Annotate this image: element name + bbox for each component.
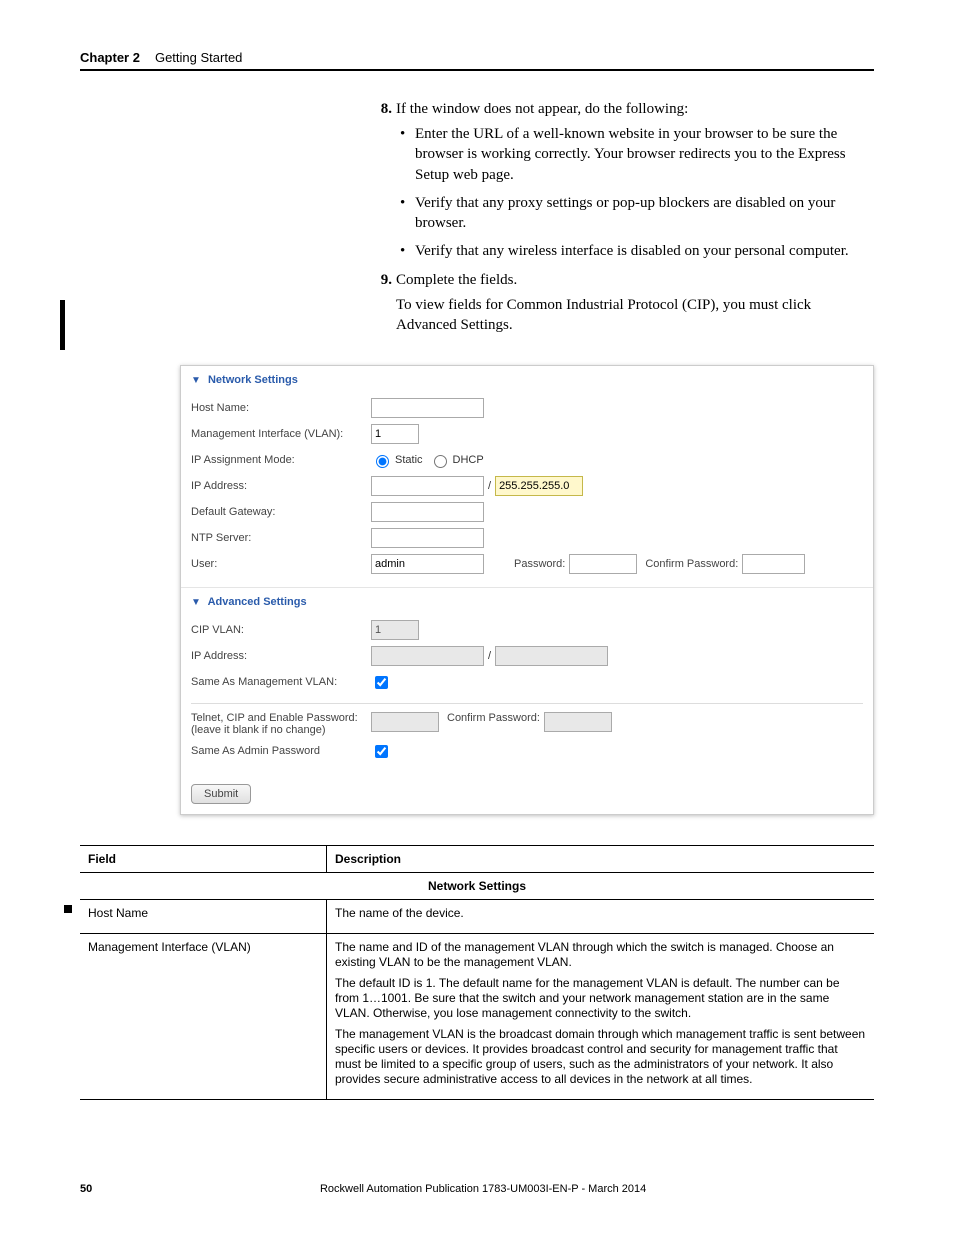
network-settings-header[interactable]: ▼ Network Settings bbox=[181, 366, 873, 390]
field-description-table: Field Description Network Settings Host … bbox=[80, 845, 874, 1100]
ip-address-label: IP Address: bbox=[191, 480, 371, 492]
advanced-settings-header[interactable]: ▼ Advanced Settings bbox=[181, 587, 873, 612]
mgmt-vlan-label: Management Interface (VLAN): bbox=[191, 428, 371, 440]
confirm-password-label: Confirm Password: bbox=[645, 558, 738, 570]
same-admin-checkbox[interactable] bbox=[375, 745, 388, 758]
password-input[interactable] bbox=[569, 554, 637, 574]
static-radio[interactable] bbox=[376, 455, 389, 468]
table-header-field: Field bbox=[80, 846, 327, 873]
body-text: 8. If the window does not appear, do the… bbox=[370, 101, 874, 335]
chapter-title: Getting Started bbox=[155, 50, 242, 65]
ntp-label: NTP Server: bbox=[191, 532, 371, 544]
slash-separator: / bbox=[488, 650, 491, 662]
gateway-label: Default Gateway: bbox=[191, 506, 371, 518]
publication-info: Rockwell Automation Publication 1783-UM0… bbox=[92, 1183, 874, 1195]
bullet-list: Enter the URL of a well-known website in… bbox=[400, 124, 874, 262]
subnet-mask-input[interactable] bbox=[495, 476, 583, 496]
table-cell-field: Management Interface (VLAN) bbox=[80, 934, 327, 1100]
express-setup-panel: ▼ Network Settings Host Name: Management… bbox=[180, 365, 874, 815]
telnet-label: Telnet, CIP and Enable Password: (leave … bbox=[191, 712, 371, 736]
page: Chapter 2 Getting Started 8. If the wind… bbox=[0, 0, 954, 1235]
host-name-input[interactable] bbox=[371, 398, 484, 418]
step-number: 8. bbox=[370, 101, 392, 118]
table-cell-desc: The name of the device. bbox=[327, 900, 875, 934]
same-admin-label: Same As Admin Password bbox=[191, 745, 371, 757]
table-subheader: Network Settings bbox=[80, 873, 874, 900]
step-text: If the window does not appear, do the fo… bbox=[396, 101, 874, 118]
step-text: Complete the fields. bbox=[396, 272, 874, 289]
collapse-icon: ▼ bbox=[191, 597, 201, 608]
divider bbox=[191, 703, 863, 704]
step-number: 9. bbox=[370, 272, 392, 289]
static-radio-label: Static bbox=[395, 454, 423, 466]
ip-address-input[interactable] bbox=[371, 476, 484, 496]
dhcp-radio-label: DHCP bbox=[453, 454, 484, 466]
same-mgmt-label: Same As Management VLAN: bbox=[191, 676, 371, 688]
confirm-password-label2: Confirm Password: bbox=[447, 712, 540, 724]
ip-mode-label: IP Assignment Mode: bbox=[191, 454, 371, 466]
step-subtext: To view fields for Common Industrial Pro… bbox=[396, 295, 874, 336]
subnet2-input bbox=[495, 646, 608, 666]
ntp-input[interactable] bbox=[371, 528, 484, 548]
telnet-password-input bbox=[371, 712, 439, 732]
section-title: Advanced Settings bbox=[208, 596, 307, 608]
table-cell-field: Host Name bbox=[80, 900, 327, 934]
password-label: Password: bbox=[514, 558, 565, 570]
page-header: Chapter 2 Getting Started bbox=[80, 50, 874, 71]
telnet-confirm-input bbox=[544, 712, 612, 732]
user-label: User: bbox=[191, 558, 371, 570]
cip-vlan-label: CIP VLAN: bbox=[191, 624, 371, 636]
ip-address2-input bbox=[371, 646, 484, 666]
host-name-label: Host Name: bbox=[191, 402, 371, 414]
collapse-icon: ▼ bbox=[191, 375, 201, 386]
submit-button[interactable]: Submit bbox=[191, 784, 251, 804]
change-bar-square bbox=[64, 905, 72, 913]
mgmt-vlan-input[interactable] bbox=[371, 424, 419, 444]
chapter-label: Chapter 2 bbox=[80, 50, 140, 65]
gateway-input[interactable] bbox=[371, 502, 484, 522]
ip-address2-label: IP Address: bbox=[191, 650, 371, 662]
user-input[interactable] bbox=[371, 554, 484, 574]
same-mgmt-checkbox[interactable] bbox=[375, 676, 388, 689]
bullet-item: Enter the URL of a well-known website in… bbox=[400, 124, 874, 185]
table-cell-desc: The name and ID of the management VLAN t… bbox=[327, 934, 875, 1100]
page-footer: 50 Rockwell Automation Publication 1783-… bbox=[80, 1183, 874, 1195]
confirm-password-input[interactable] bbox=[742, 554, 805, 574]
slash-separator: / bbox=[488, 480, 491, 492]
dhcp-radio[interactable] bbox=[434, 455, 447, 468]
page-number: 50 bbox=[80, 1183, 92, 1195]
cip-vlan-input bbox=[371, 620, 419, 640]
table-header-desc: Description bbox=[327, 846, 875, 873]
bullet-item: Verify that any wireless interface is di… bbox=[400, 241, 874, 261]
section-title: Network Settings bbox=[208, 374, 298, 386]
change-bar bbox=[60, 300, 65, 350]
bullet-item: Verify that any proxy settings or pop-up… bbox=[400, 193, 874, 234]
